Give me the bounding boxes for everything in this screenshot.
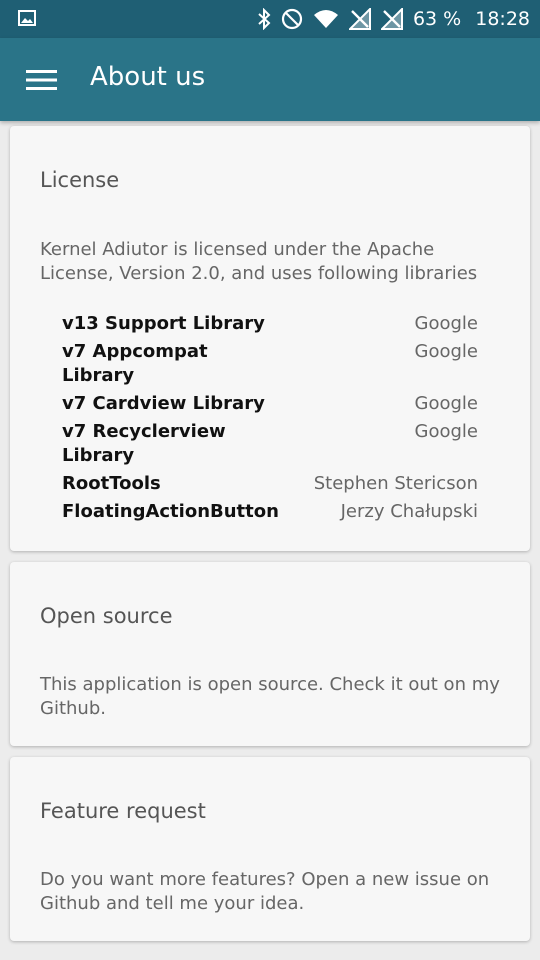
clock: 18:28 [475,8,530,30]
library-author: Google [414,421,478,442]
license-card: License Kernel Adiutor is licensed under… [10,126,530,551]
do-not-disturb-icon [281,8,303,30]
library-name: FloatingActionButton [62,501,279,522]
signal-no-sim-icon-2 [380,8,403,30]
menu-button[interactable] [18,58,66,102]
library-row: v7 Cardview Library Google [62,392,478,416]
library-author: Google [414,393,478,414]
open-source-card[interactable]: Open source This application is open sou… [10,562,530,746]
library-name: v7 Recyclerview Library [62,421,226,466]
library-list: v13 Support Library Google v7 Appcompat … [62,312,478,528]
wifi-icon [313,9,339,29]
card-title: License [40,168,120,192]
library-author: Jerzy Chałupski [340,501,478,522]
signal-no-sim-icon [348,8,371,30]
bluetooth-icon [257,8,271,30]
card-body: Do you want more features? Open a new is… [40,869,490,914]
library-author: Google [414,341,478,362]
hamburger-menu-icon [26,70,57,90]
library-name: RootTools [62,473,161,494]
card-body: Kernel Adiutor is licensed under the Apa… [40,239,478,284]
status-bar: 63 % 18:28 [0,0,540,38]
app-bar: About us [0,38,540,121]
battery-percentage: 63 % [412,8,462,30]
library-name: v13 Support Library [62,313,265,334]
page-title: About us [90,62,206,92]
card-title: Open source [40,604,173,628]
library-row: RootTools Stephen Stericson [62,472,478,496]
library-author: Google [414,313,478,334]
library-row: v7 Appcompat Library Google [62,340,478,388]
library-row: FloatingActionButton Jerzy Chałupski [62,500,478,524]
library-name: v7 Appcompat Library [62,341,208,386]
library-author: Stephen Stericson [313,473,478,494]
card-body: This application is open source. Check i… [40,674,500,719]
feature-request-card[interactable]: Feature request Do you want more feature… [10,757,530,941]
library-row: v7 Recyclerview Library Google [62,420,478,468]
card-title: Feature request [40,799,206,823]
library-row: v13 Support Library Google [62,312,478,336]
library-name: v7 Cardview Library [62,393,265,414]
status-icons: 63 % 18:28 [257,0,530,38]
image-notification-icon [18,10,36,26]
